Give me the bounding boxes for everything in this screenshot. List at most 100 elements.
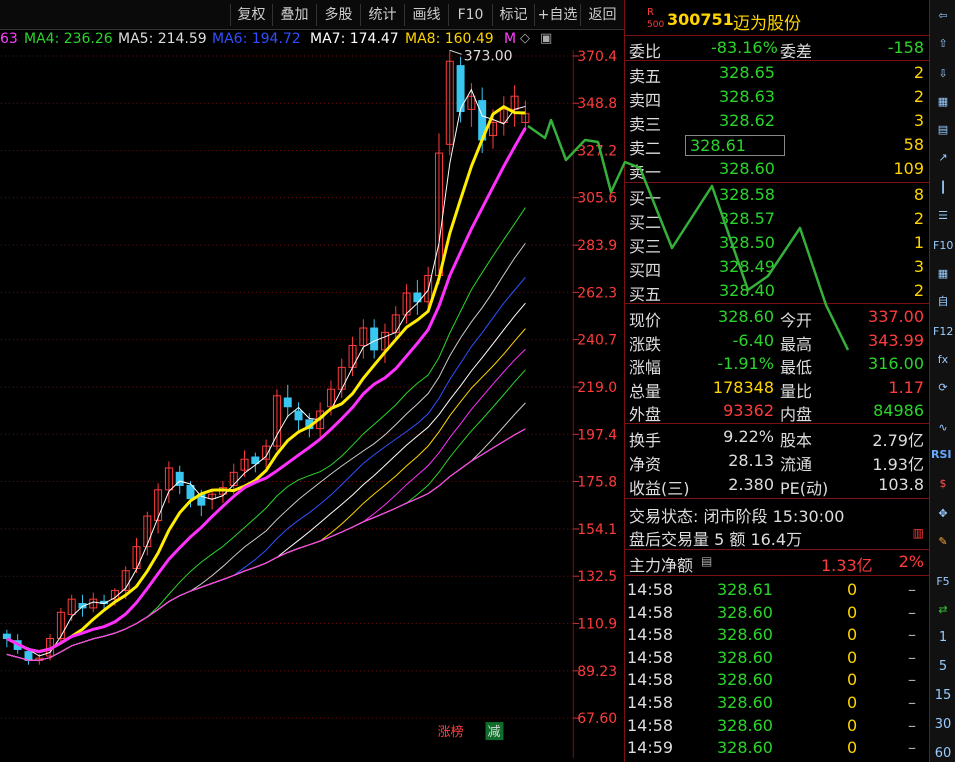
stat-label: 外盘	[629, 405, 662, 424]
overlay-button[interactable]: 叠加	[272, 4, 316, 26]
tick-row: 14:59 328.60 0 –	[625, 737, 930, 760]
after-hours-text: 盘后交易量 5 额 16.4万	[629, 530, 803, 549]
grid-icon[interactable]: ▦	[933, 264, 953, 284]
list-icon[interactable]: ▤	[701, 554, 712, 568]
divider	[625, 575, 930, 576]
price-tick-label: 240.7	[577, 333, 617, 349]
stat-row: 外盘 93362 内盘 84986	[625, 400, 930, 424]
collapse-icon[interactable]: ▣	[540, 31, 552, 46]
mark-button[interactable]: 标记	[492, 4, 534, 26]
weibi-value: -83.16%	[711, 38, 778, 57]
right-toolbar: ⇦ ⇧ ⇩ ▦ ▤ ↗ ┃ ☰ F10 ▦ 自 F12 fx ⟳ ∿ $ ✥ ✎ F5 ⇄ RSI 1 5 15 30 60	[929, 0, 955, 762]
trade-status-text: 交易状态: 闭市阶段 15:30:00	[629, 507, 845, 526]
peak-label: 373.00	[464, 50, 513, 64]
bid-label: 买三	[629, 237, 662, 256]
tick-price: 328.60	[717, 738, 773, 758]
statistics-button[interactable]: 统计	[360, 4, 404, 26]
stat-value: 337.00	[868, 307, 924, 326]
ask-price: 328.62	[719, 111, 775, 130]
dollar-icon[interactable]: $	[933, 474, 953, 494]
bid-price: 328.50	[719, 233, 775, 252]
period-5-button[interactable]: 5	[933, 657, 953, 677]
candle-body	[24, 651, 33, 661]
candlestick-icon[interactable]: ┃	[933, 178, 953, 198]
arrow-down-icon[interactable]: ⇩	[933, 64, 953, 84]
self-icon[interactable]: 自	[933, 292, 953, 312]
switch-icon[interactable]: ⇄	[933, 600, 953, 620]
tick-volume: 0	[847, 715, 858, 735]
f12-icon[interactable]: F12	[933, 322, 953, 342]
bid-label: 买一	[629, 189, 662, 208]
divider	[625, 423, 930, 424]
stat-value: 343.99	[868, 330, 924, 350]
stat-row: 总量 178348 量比 1.17	[625, 377, 930, 401]
period-30-button[interactable]: 30	[933, 715, 953, 735]
calendar-icon[interactable]: ▥	[913, 526, 924, 540]
bid-label: 买二	[629, 213, 662, 232]
stat-row: 现价 328.60 今开 337.00	[625, 306, 930, 330]
arrow-left-icon[interactable]: ⇦	[933, 6, 953, 26]
f5-icon[interactable]: F5	[933, 572, 953, 592]
ask-row: 卖四 328.63 2	[625, 86, 930, 110]
after-hours: 盘后交易量 5 额 16.4万 ▥	[625, 525, 930, 549]
fuquan-button[interactable]: 复权	[230, 4, 272, 26]
draw-line-button[interactable]: 画线	[404, 4, 448, 26]
price-tick-label: 348.8	[577, 96, 617, 112]
price-tick-label: 132.5	[577, 569, 617, 585]
pencil-icon[interactable]: ✎	[933, 532, 953, 552]
ask-label: 卖四	[629, 91, 662, 110]
rise-list-tag: 涨榜	[438, 724, 464, 740]
back-button[interactable]: 返回	[580, 4, 624, 26]
divider	[625, 549, 930, 550]
ma-legend-item: M	[504, 31, 517, 47]
candlestick-chart[interactable]: 370.4 348.8 327.2 305.6 283.9 262.3 240.7 219.0…	[0, 50, 624, 758]
stat-value: -1.91%	[717, 354, 774, 373]
stat-value: 84986	[873, 401, 924, 420]
ask-label: 卖二	[629, 139, 662, 158]
divider	[625, 303, 930, 304]
price-tick-label: 175.8	[577, 474, 617, 490]
bid-label: 买四	[629, 261, 662, 280]
stock-name: 迈为股份	[733, 14, 801, 34]
tick-direction: –	[908, 647, 916, 667]
add-watchlist-button[interactable]: +自选	[534, 4, 580, 26]
stat-value: 178348	[712, 377, 774, 397]
candle-body	[294, 410, 303, 421]
chart-toolbar: 复权 叠加 多股 统计 画线 F10 标记 +自选 返回	[0, 0, 624, 30]
stat-value: 93362	[723, 401, 774, 420]
line-chart-icon[interactable]: ↗	[933, 148, 953, 168]
ask-row: 卖二 328.61 58	[625, 134, 930, 158]
tick-direction: –	[908, 715, 916, 735]
price-tick-label: 370.4	[577, 50, 617, 65]
rsi-icon[interactable]: RSI	[931, 448, 952, 461]
list-icon[interactable]: ☰	[933, 206, 953, 226]
period-60-button[interactable]: 60	[933, 744, 953, 762]
move-icon[interactable]: ✥	[933, 504, 953, 524]
f10-button[interactable]: F10	[448, 4, 492, 26]
refresh-icon[interactable]: ⟳	[933, 378, 953, 398]
wave-icon[interactable]: ∿	[933, 418, 953, 438]
weibi-row: 委比 -83.16% 委差 -158	[625, 37, 930, 61]
stat-value: 1.93亿	[872, 455, 924, 474]
price-tick-label: 262.3	[577, 285, 617, 301]
main-flow-row[interactable]: 主力净额 ▤ 1.33亿 2%	[625, 551, 930, 575]
stat-label: 涨跌	[629, 334, 662, 354]
bid-volume: 3	[913, 257, 924, 276]
stock-code: 300751	[667, 10, 734, 29]
stat-label: PE(动)	[780, 479, 829, 498]
candle-body	[370, 327, 379, 351]
f10-icon[interactable]: F10	[933, 236, 953, 256]
multi-stock-button[interactable]: 多股	[316, 4, 360, 26]
period-15-button[interactable]: 15	[933, 686, 953, 706]
calendar-icon[interactable]: ▦	[933, 92, 953, 112]
formula-icon[interactable]: fx	[933, 350, 953, 370]
weicha-label: 委差	[780, 42, 813, 61]
ask-volume: 58	[903, 135, 924, 154]
arrow-up-icon[interactable]: ⇧	[933, 34, 953, 54]
diamond-icon[interactable]: ◇	[520, 31, 530, 46]
ask-volume: 2	[913, 87, 924, 106]
table-icon[interactable]: ▤	[933, 120, 953, 140]
stat-label: 最低	[780, 358, 813, 377]
tick-time: 14:58	[627, 647, 674, 667]
period-1-button[interactable]: 1	[933, 628, 953, 648]
